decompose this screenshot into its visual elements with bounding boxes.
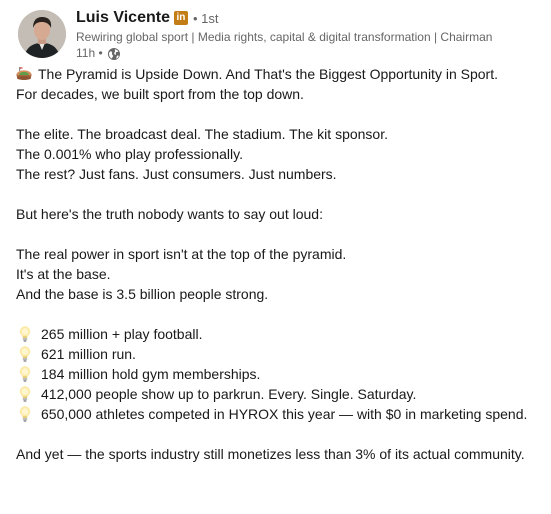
paragraph: The rest? Just fans. Just consumers. Jus…	[16, 166, 337, 182]
paragraph: And yet — the sports industry still mone…	[16, 446, 525, 462]
bullet-item: 650,000 athletes competed in HYROX this …	[16, 404, 538, 424]
bullet-text: 412,000 people show up to parkrun. Every…	[41, 386, 417, 402]
light-bulb-icon	[19, 366, 31, 382]
post-meta: 11h •	[76, 46, 536, 61]
connection-degree: • 1st	[192, 10, 219, 26]
post-body: The Pyramid is Upside Down. And That's t…	[16, 64, 538, 464]
linkedin-premium-badge: in	[173, 11, 188, 25]
author-info: Luis Vicente in • 1st Rewiring global sp…	[76, 8, 536, 61]
bullet-item: 412,000 people show up to parkrun. Every…	[16, 384, 538, 404]
author-name[interactable]: Luis Vicente	[76, 9, 170, 27]
bullet-text: 621 million run.	[41, 346, 136, 362]
paragraph: The 0.001% who play professionally.	[16, 146, 243, 162]
author-headline: Rewiring global sport | Media rights, ca…	[76, 30, 493, 44]
author-avatar[interactable]	[18, 10, 66, 58]
globe-icon	[107, 47, 120, 60]
paragraph: It's at the base.	[16, 266, 111, 282]
bullet-item: 621 million run.	[16, 344, 538, 364]
author-name-row: Luis Vicente in • 1st	[76, 8, 536, 28]
post-title-line: The Pyramid is Upside Down. And That's t…	[16, 64, 538, 84]
post-header: Luis Vicente in • 1st Rewiring global sp…	[16, 8, 536, 61]
light-bulb-icon	[19, 346, 31, 362]
paragraph: But here's the truth nobody wants to say…	[16, 206, 323, 222]
bullet-text: 184 million hold gym memberships.	[41, 366, 261, 382]
bullet-item: 265 million + play football.	[16, 324, 538, 344]
light-bulb-icon	[19, 326, 31, 342]
paragraph: For decades, we built sport from the top…	[16, 86, 304, 102]
bullet-item: 184 million hold gym memberships.	[16, 364, 538, 384]
bullet-text: 265 million + play football.	[41, 326, 203, 342]
paragraph: The elite. The broadcast deal. The stadi…	[16, 126, 388, 142]
paragraph: And the base is 3.5 billion people stron…	[16, 286, 269, 302]
feed-post: Luis Vicente in • 1st Rewiring global sp…	[0, 0, 551, 514]
light-bulb-icon	[19, 386, 31, 402]
paragraph: The real power in sport isn't at the top…	[16, 246, 347, 262]
stadium-emoji	[16, 67, 32, 80]
light-bulb-icon	[19, 406, 31, 422]
post-title: The Pyramid is Upside Down. And That's t…	[38, 66, 498, 82]
post-timestamp: 11h •	[76, 46, 103, 60]
bullet-text: 650,000 athletes competed in HYROX this …	[41, 406, 528, 422]
